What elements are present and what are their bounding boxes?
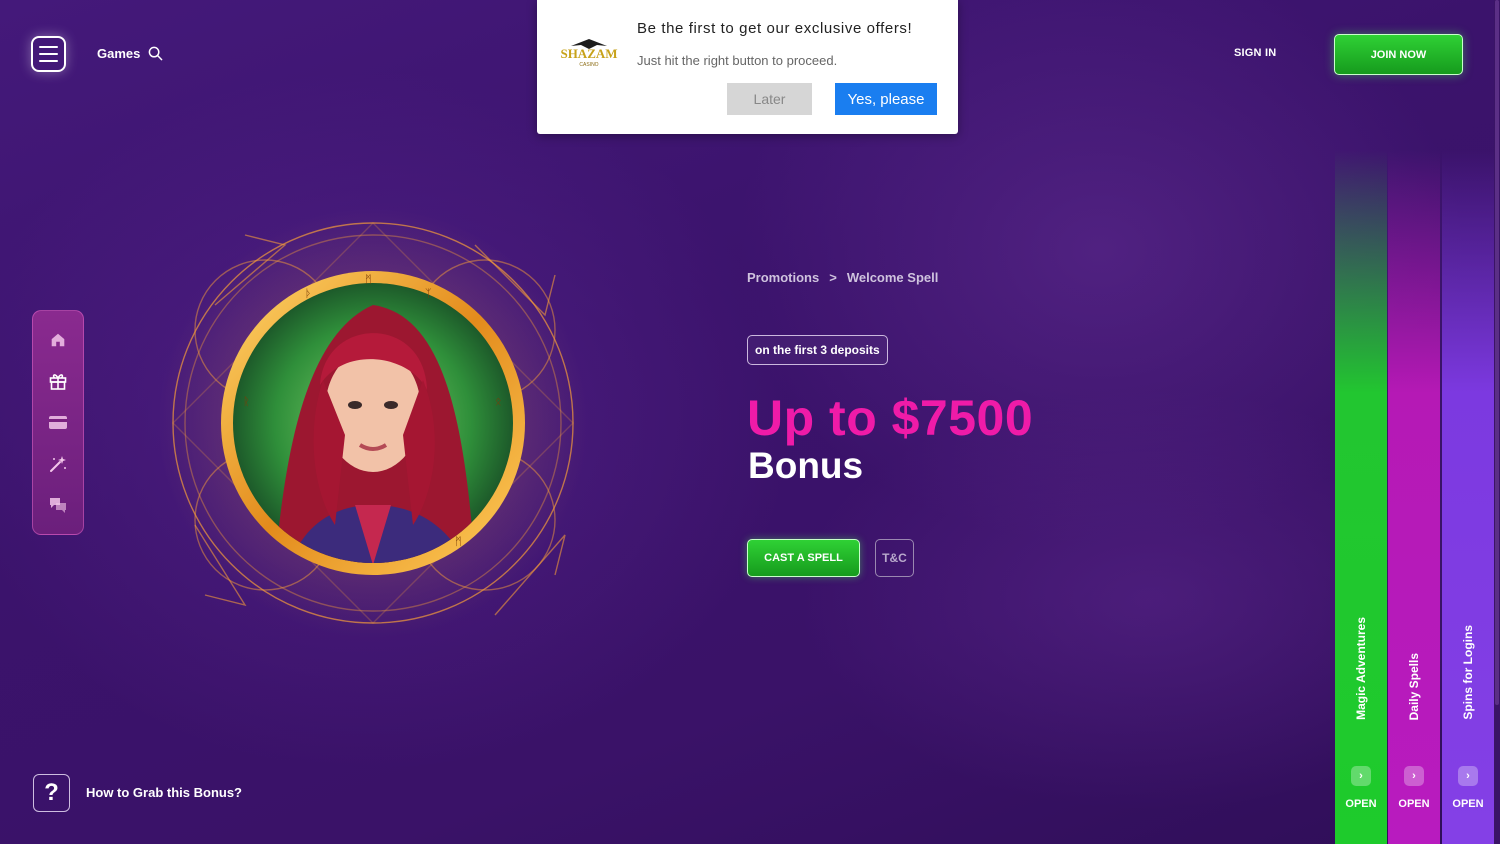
hamburger-icon: [39, 46, 58, 48]
games-link[interactable]: Games: [97, 46, 163, 61]
gift-icon: [49, 374, 67, 390]
popup-message: Just hit the right button to proceed.: [637, 53, 838, 68]
help-link[interactable]: How to Grab this Bonus?: [86, 785, 242, 800]
later-button[interactable]: Later: [727, 83, 812, 115]
page-scrollbar[interactable]: [1494, 0, 1500, 844]
join-now-button[interactable]: JOIN NOW: [1334, 34, 1463, 75]
tab-spins-for-logins[interactable]: Spins for Logins › OPEN: [1442, 150, 1494, 844]
sidebar-item-home[interactable]: [47, 329, 69, 351]
breadcrumb: Promotions > Welcome Spell: [747, 270, 938, 285]
breadcrumb-current: Welcome Spell: [846, 270, 939, 285]
bonus-subhead: Bonus: [748, 445, 864, 486]
popup-title: Be the first to get our exclusive offers…: [637, 20, 913, 37]
magic-wand-icon: [50, 455, 66, 472]
tab-label: Spins for Logins: [1461, 625, 1475, 720]
card-icon: [49, 416, 67, 430]
svg-text:ᛗ: ᛗ: [365, 273, 372, 286]
tab-open-label[interactable]: OPEN: [1442, 798, 1494, 810]
hero-witch-portrait: ᛗ ᛉ ᚦ ᛟ ᚱ ᛗ: [158, 208, 588, 638]
deposit-badge: on the first 3 deposits: [747, 335, 888, 365]
bonus-headline: Up to $7500: [747, 390, 1034, 446]
tab-label: Magic Adventures: [1354, 617, 1368, 720]
search-icon[interactable]: [148, 46, 163, 61]
breadcrumb-promotions[interactable]: Promotions: [747, 270, 819, 285]
tab-daily-spells[interactable]: Daily Spells › OPEN: [1388, 150, 1440, 844]
tab-open-label[interactable]: OPEN: [1335, 798, 1387, 810]
cast-a-spell-button[interactable]: CAST A SPELL: [747, 539, 860, 577]
svg-text:SHAZAM: SHAZAM: [560, 46, 617, 61]
sign-in-link[interactable]: SIGN IN: [1234, 47, 1276, 59]
chevron-right-icon[interactable]: ›: [1458, 766, 1478, 786]
svg-text:ᛉ: ᛉ: [425, 287, 432, 300]
breadcrumb-separator: >: [829, 270, 837, 285]
chat-icon: [50, 498, 66, 514]
svg-text:ᚦ: ᚦ: [305, 287, 312, 300]
sidebar-item-promotions[interactable]: [47, 370, 69, 392]
svg-text:ᛟ: ᛟ: [495, 395, 502, 408]
sidebar-item-support[interactable]: [47, 494, 69, 516]
terms-button[interactable]: T&C: [875, 539, 914, 577]
tab-magic-adventures[interactable]: Magic Adventures › OPEN: [1335, 150, 1387, 844]
svg-text:ᛗ: ᛗ: [455, 535, 462, 548]
chevron-right-icon[interactable]: ›: [1351, 766, 1371, 786]
svg-text:ᚱ: ᚱ: [243, 395, 250, 408]
sidebar-item-payments[interactable]: [47, 411, 69, 433]
chevron-right-icon[interactable]: ›: [1404, 766, 1424, 786]
yes-please-button[interactable]: Yes, please: [835, 83, 937, 115]
shazam-casino-logo: SHAZAM CASINO: [560, 39, 618, 68]
home-icon: [51, 333, 65, 346]
menu-button[interactable]: [31, 36, 66, 72]
svg-text:CASINO: CASINO: [579, 62, 598, 68]
tab-open-label[interactable]: OPEN: [1388, 798, 1440, 810]
games-label: Games: [97, 46, 141, 61]
tab-label: Daily Spells: [1407, 652, 1421, 720]
question-icon: ?: [44, 779, 59, 806]
scrollbar-thumb[interactable]: [1495, 0, 1499, 705]
notification-prompt: SHAZAM CASINO Be the first to get our ex…: [537, 0, 958, 134]
help-button[interactable]: ?: [33, 774, 70, 812]
sidebar-item-magic[interactable]: [47, 453, 69, 475]
left-sidebar: [32, 310, 84, 535]
